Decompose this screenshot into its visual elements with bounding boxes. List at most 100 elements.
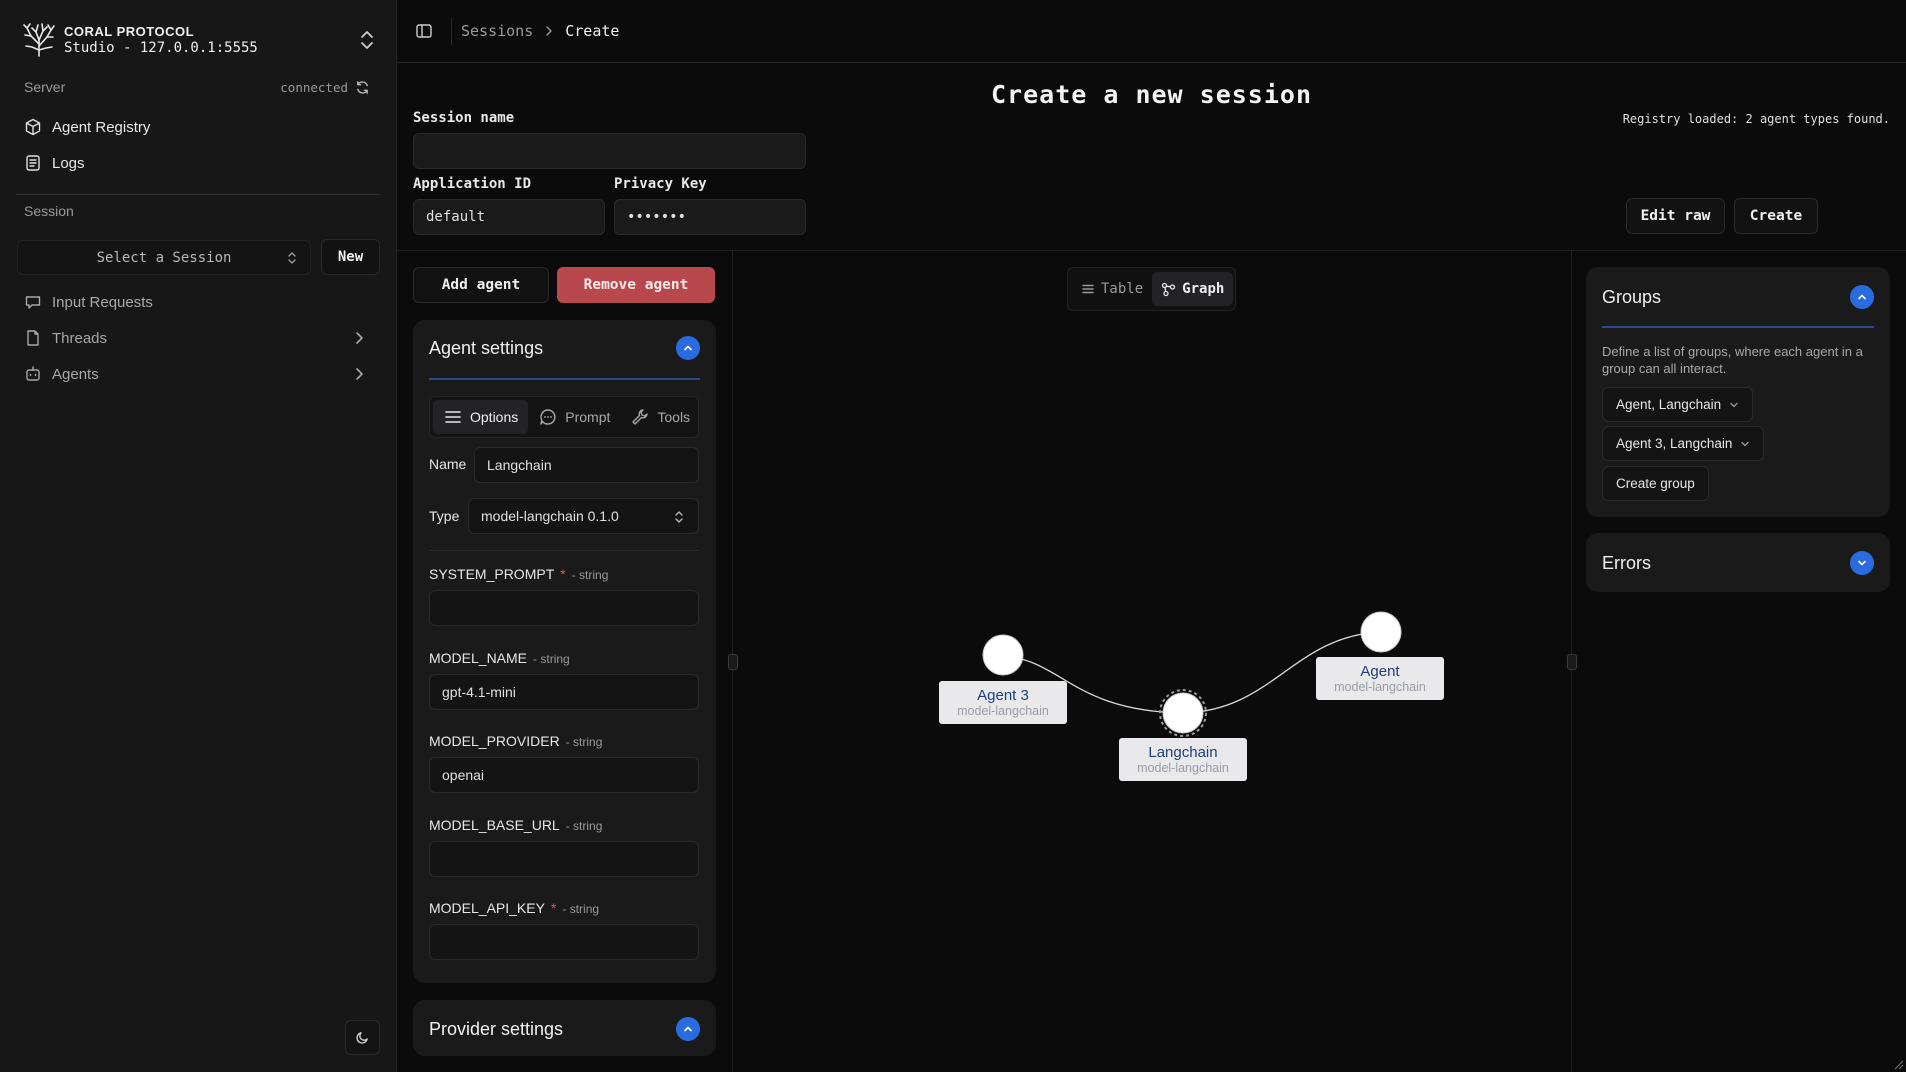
application-id-input[interactable]: default: [413, 199, 605, 235]
server-label: Server: [24, 79, 66, 95]
breadcrumb: Sessions Create: [461, 22, 619, 40]
create-group-button[interactable]: Create group: [1602, 466, 1709, 501]
agent-name-input[interactable]: Langchain: [474, 447, 699, 483]
sidebar-item-label: Input Requests: [52, 293, 153, 311]
collapse-agent-settings-button[interactable]: [676, 336, 700, 360]
new-session-button[interactable]: New: [321, 239, 380, 275]
chevron-right-icon[interactable]: [352, 331, 366, 345]
model-name-input[interactable]: gpt-4.1-mini: [429, 674, 699, 710]
model-base-url-input[interactable]: [429, 841, 699, 877]
system-prompt-input[interactable]: [429, 590, 699, 626]
group-chip[interactable]: Agent, Langchain: [1602, 387, 1754, 422]
sidebar-item-input-requests[interactable]: Input Requests: [24, 290, 153, 314]
left-resize-handle[interactable]: [728, 654, 738, 670]
sidebar-item-logs[interactable]: Logs: [24, 151, 85, 175]
errors-title: Errors: [1602, 553, 1651, 573]
theme-toggle-button[interactable]: [345, 1020, 380, 1055]
topbar-separator: [451, 18, 452, 45]
edit-raw-button[interactable]: Edit raw: [1626, 198, 1725, 234]
privacy-key-input[interactable]: •••••••: [614, 199, 806, 235]
option-type: - string: [571, 568, 609, 582]
chevrons-up-down-icon: [288, 252, 296, 264]
remove-agent-button[interactable]: Remove agent: [557, 267, 715, 303]
model-api-key-input[interactable]: [429, 924, 699, 960]
tab-options[interactable]: Options: [433, 400, 529, 434]
breadcrumb-create: Create: [565, 22, 620, 40]
brand-switcher[interactable]: CORAL PROTOCOL Studio - 127.0.0.1:5555: [22, 20, 377, 60]
option-key: MODEL_PROVIDER: [429, 733, 560, 749]
errors-card: Errors: [1586, 533, 1890, 592]
collapse-groups-button[interactable]: [1850, 285, 1874, 309]
sidebar-item-label: Logs: [52, 154, 85, 172]
session-select[interactable]: Select a Session: [17, 240, 311, 275]
window-resize-icon[interactable]: [1892, 1058, 1904, 1070]
model-provider-input[interactable]: openai: [429, 757, 699, 793]
chevron-down-icon: [1858, 560, 1866, 566]
collapse-provider-settings-button[interactable]: [676, 1017, 700, 1041]
group-chip[interactable]: Agent 3, Langchain: [1602, 426, 1765, 461]
registry-status-text: Registry loaded: 2 agent types found.: [1622, 112, 1890, 126]
wrench-icon: [632, 409, 649, 425]
graph-node-label[interactable]: Agent model-langchain: [1316, 657, 1444, 700]
option-key: MODEL_API_KEY: [429, 900, 545, 916]
type-label: Type: [429, 508, 460, 524]
inbox-icon: [25, 296, 41, 309]
provider-settings-title: Provider settings: [429, 1019, 564, 1039]
graph-node-label[interactable]: Langchain model-langchain: [1119, 738, 1247, 781]
tab-tools[interactable]: Tools: [620, 400, 700, 434]
agent-settings-tabs: Options Prompt Tools: [429, 396, 699, 438]
group-chip-label: Agent 3, Langchain: [1616, 436, 1733, 451]
provider-settings-card: Provider settings: [413, 1000, 716, 1056]
server-status: connected: [280, 80, 370, 95]
view-tab-label: Table: [1101, 281, 1144, 297]
sidebar-toggle-icon[interactable]: [415, 22, 433, 40]
add-agent-button[interactable]: Add agent: [413, 267, 549, 303]
sidebar-item-agent-registry[interactable]: Agent Registry: [24, 115, 150, 139]
agent-type-value: model-langchain 0.1.0: [481, 508, 619, 524]
option-key: MODEL_BASE_URL: [429, 817, 560, 833]
expand-errors-button[interactable]: [1850, 551, 1874, 575]
group-chip-label: Agent, Langchain: [1616, 397, 1722, 412]
view-tab-table[interactable]: Table: [1072, 272, 1152, 306]
node-name: Agent: [1360, 663, 1400, 680]
session-select-placeholder: Select a Session: [96, 249, 232, 266]
chevron-up-icon: [684, 345, 692, 351]
menu-icon: [445, 411, 461, 423]
breadcrumb-sessions[interactable]: Sessions: [461, 22, 533, 40]
card-underline: [429, 378, 700, 380]
tab-prompt[interactable]: Prompt: [528, 400, 620, 434]
sidebar-item-threads[interactable]: Threads: [24, 326, 107, 350]
chat-icon: [540, 409, 556, 425]
required-marker: *: [560, 566, 566, 582]
threads-icon: [27, 330, 39, 346]
session-name-input[interactable]: [413, 133, 806, 169]
graph-canvas[interactable]: [728, 251, 1577, 1072]
privacy-key-label: Privacy Key: [614, 176, 707, 192]
chevron-down-icon: [1730, 402, 1738, 407]
option-key: MODEL_NAME: [429, 650, 528, 666]
chevron-up-icon: [1858, 294, 1866, 300]
sidebar-item-agents[interactable]: Agents: [24, 362, 99, 386]
chevron-right-icon: [546, 26, 552, 36]
refresh-icon[interactable]: [355, 80, 370, 95]
agent-type-select[interactable]: model-langchain 0.1.0: [468, 498, 699, 534]
option-key: SYSTEM_PROMPT: [429, 566, 555, 582]
option-type: - string: [562, 902, 600, 916]
tab-label: Prompt: [565, 409, 611, 425]
right-resize-handle[interactable]: [1567, 654, 1577, 670]
graph-node-agent[interactable]: [1360, 611, 1402, 653]
create-button[interactable]: Create: [1734, 198, 1818, 234]
chevron-down-icon: [1741, 441, 1750, 446]
list-icon: [1082, 284, 1094, 294]
create-group-label: Create group: [1616, 476, 1695, 491]
view-tab-graph[interactable]: Graph: [1152, 272, 1234, 306]
graph-node-label[interactable]: Agent 3 model-langchain: [939, 681, 1067, 724]
option-label: MODEL_API_KEY * - string: [429, 900, 599, 916]
option-label: MODEL_PROVIDER - string: [429, 733, 602, 749]
chevron-right-icon[interactable]: [352, 367, 366, 381]
chevron-up-icon: [684, 1026, 692, 1032]
graph-node-langchain[interactable]: [1162, 692, 1204, 734]
option-type: - string: [565, 735, 603, 749]
graph-node-agent-3[interactable]: [982, 634, 1024, 676]
brand-subtitle: Studio - 127.0.0.1:5555: [64, 40, 258, 56]
